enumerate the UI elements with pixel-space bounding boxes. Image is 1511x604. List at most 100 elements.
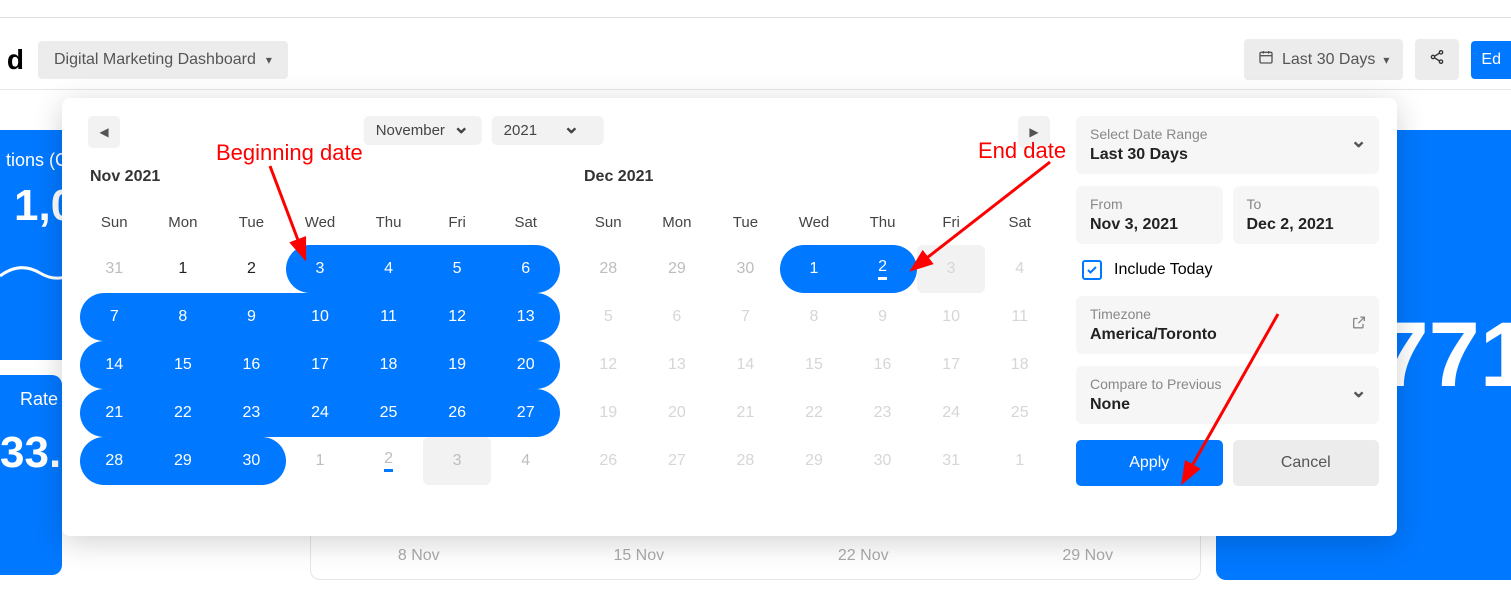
calendar-day[interactable]: 26 xyxy=(423,389,492,437)
edit-button-label: Ed xyxy=(1481,51,1501,68)
range-value: Last 30 Days xyxy=(1090,146,1365,164)
calendar-icon xyxy=(1258,49,1274,70)
calendar-day[interactable]: 1 xyxy=(780,245,849,293)
to-label: To xyxy=(1247,196,1366,212)
prev-month-button[interactable]: ◀ xyxy=(88,116,120,148)
calendar-day: 3 xyxy=(917,245,986,293)
calendar-day[interactable]: 2 xyxy=(217,245,286,293)
calendar-day[interactable]: 4 xyxy=(354,245,423,293)
dow-header: Mon xyxy=(149,206,218,245)
calendar-day[interactable]: 11 xyxy=(354,293,423,341)
calendar-day[interactable]: 30 xyxy=(217,437,286,485)
to-box[interactable]: To Dec 2, 2021 xyxy=(1233,186,1380,244)
calendar-day[interactable]: 15 xyxy=(149,341,218,389)
calendar-day[interactable]: 1 xyxy=(149,245,218,293)
calendar-day[interactable]: 13 xyxy=(491,293,560,341)
cancel-button[interactable]: Cancel xyxy=(1233,440,1380,486)
include-today-row[interactable]: Include Today xyxy=(1076,256,1379,284)
calendar-day[interactable]: 21 xyxy=(80,389,149,437)
calendar-day[interactable]: 4 xyxy=(491,437,560,485)
caret-down-icon xyxy=(1383,51,1389,69)
calendar-day[interactable]: 27 xyxy=(491,389,560,437)
calendar-day[interactable]: 14 xyxy=(80,341,149,389)
calendar-day[interactable]: 30 xyxy=(711,245,780,293)
calendar-day[interactable]: 28 xyxy=(80,437,149,485)
calendar-day: 21 xyxy=(711,389,780,437)
external-link-icon xyxy=(1351,315,1367,336)
to-value: Dec 2, 2021 xyxy=(1247,216,1366,234)
calendar-day[interactable]: 25 xyxy=(354,389,423,437)
calendar-day[interactable]: 5 xyxy=(423,245,492,293)
next-month-button[interactable]: ▶ xyxy=(1018,116,1050,148)
xtick: 8 Nov xyxy=(398,547,440,565)
calendar-day[interactable]: 24 xyxy=(286,389,355,437)
chevron-down-icon xyxy=(1350,386,1367,404)
calendar-day: 30 xyxy=(848,437,917,485)
calendar-day[interactable]: 29 xyxy=(643,245,712,293)
calendar-day: 26 xyxy=(574,437,643,485)
xtick: 29 Nov xyxy=(1062,547,1113,565)
share-button[interactable] xyxy=(1415,39,1459,80)
dow-header: Wed xyxy=(780,206,849,245)
calendar-day[interactable]: 2 xyxy=(354,437,423,485)
calendar-day[interactable]: 17 xyxy=(286,341,355,389)
range-label: Select Date Range xyxy=(1090,126,1365,142)
date-range-button[interactable]: Last 30 Days xyxy=(1244,39,1403,80)
calendar-day[interactable]: 18 xyxy=(354,341,423,389)
calendar-title: Nov 2021 xyxy=(80,168,560,186)
calendar-day[interactable]: 3 xyxy=(286,245,355,293)
calendar-day[interactable]: 9 xyxy=(217,293,286,341)
calendar-day[interactable]: 6 xyxy=(491,245,560,293)
calendar-day: 14 xyxy=(711,341,780,389)
dashboard-dropdown[interactable]: Digital Marketing Dashboard xyxy=(38,41,288,79)
calendar-day: 12 xyxy=(574,341,643,389)
from-box[interactable]: From Nov 3, 2021 xyxy=(1076,186,1223,244)
dow-header: Sun xyxy=(80,206,149,245)
calendar-day[interactable]: 22 xyxy=(149,389,218,437)
compare-value: None xyxy=(1090,396,1365,414)
calendar-day: 5 xyxy=(574,293,643,341)
timezone-box[interactable]: Timezone America/Toronto xyxy=(1076,296,1379,354)
chevron-down-icon xyxy=(453,122,470,139)
calendar-day[interactable]: 2 xyxy=(848,245,917,293)
calendar-day[interactable]: 10 xyxy=(286,293,355,341)
chevron-down-icon xyxy=(1350,136,1367,154)
calendar-day: 19 xyxy=(574,389,643,437)
calendar-day[interactable]: 16 xyxy=(217,341,286,389)
header-actions: Last 30 Days Ed xyxy=(1244,39,1511,80)
kpi-title: Rate xyxy=(0,389,58,410)
date-range-label: Last 30 Days xyxy=(1282,51,1375,69)
apply-button[interactable]: Apply xyxy=(1076,440,1223,486)
calendar-day: 9 xyxy=(848,293,917,341)
dow-header: Fri xyxy=(917,206,986,245)
calendar-day[interactable]: 29 xyxy=(149,437,218,485)
month-select[interactable]: November xyxy=(364,116,482,145)
edit-button[interactable]: Ed xyxy=(1471,41,1511,79)
calendar-day: 31 xyxy=(917,437,986,485)
calendar-area: ◀ ▶ November 2021 Nov 2021 SunMonTueWedT… xyxy=(62,98,1064,536)
dow-header: Sat xyxy=(491,206,560,245)
calendar-day[interactable]: 1 xyxy=(286,437,355,485)
calendar-day: 7 xyxy=(711,293,780,341)
dow-header: Thu xyxy=(354,206,423,245)
calendar-title: Dec 2021 xyxy=(574,168,1054,186)
xtick: 15 Nov xyxy=(613,547,664,565)
calendar-day[interactable]: 20 xyxy=(491,341,560,389)
calendar-day[interactable]: 23 xyxy=(217,389,286,437)
caret-down-icon xyxy=(266,51,272,69)
calendar-december: Dec 2021 SunMonTueWedThuFriSat2829301234… xyxy=(574,168,1054,522)
range-select[interactable]: Select Date Range Last 30 Days xyxy=(1076,116,1379,174)
dow-header: Thu xyxy=(848,206,917,245)
calendar-day[interactable]: 12 xyxy=(423,293,492,341)
calendar-day[interactable]: 8 xyxy=(149,293,218,341)
calendar-day: 17 xyxy=(917,341,986,389)
calendar-day: 24 xyxy=(917,389,986,437)
calendar-day[interactable]: 19 xyxy=(423,341,492,389)
year-select[interactable]: 2021 xyxy=(492,116,604,145)
calendar-day[interactable]: 7 xyxy=(80,293,149,341)
compare-box[interactable]: Compare to Previous None xyxy=(1076,366,1379,424)
calendar-day[interactable]: 3 xyxy=(423,437,492,485)
calendar-day[interactable]: 28 xyxy=(574,245,643,293)
page-title: d xyxy=(0,44,24,76)
calendar-day[interactable]: 31 xyxy=(80,245,149,293)
